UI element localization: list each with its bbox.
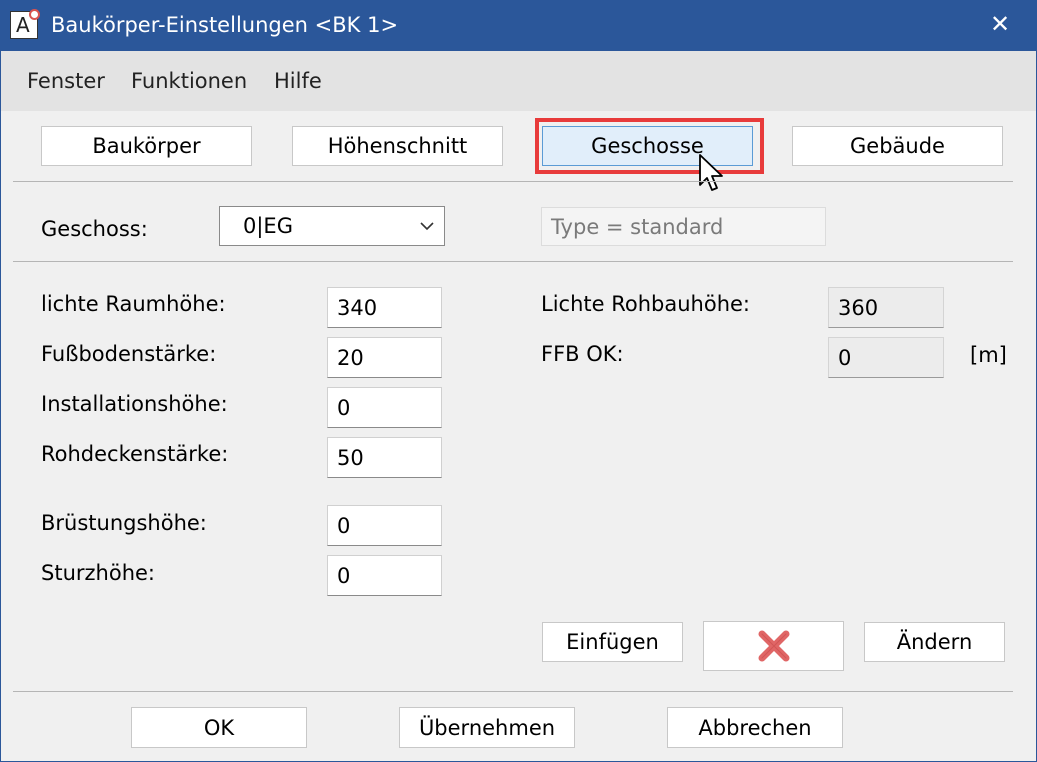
menu-funktionen[interactable]: Funktionen (131, 69, 247, 93)
ffb-ok-label: FFB OK: (541, 342, 624, 366)
ffb-ok-value: 0 (828, 337, 944, 378)
chevron-down-icon (420, 222, 434, 231)
menu-bar: Fenster Funktionen Hilfe (1, 51, 1036, 111)
highlight-box (535, 118, 764, 174)
app-icon-letter: A (16, 13, 30, 37)
rohdeckenstaerke-input[interactable]: 50 (327, 437, 442, 478)
menu-fenster[interactable]: Fenster (27, 69, 105, 93)
geschoss-select[interactable]: 0|EG (219, 206, 445, 246)
installationshoehe-label: Installationshöhe: (41, 392, 228, 416)
close-button[interactable]: ✕ (964, 1, 1036, 49)
installationshoehe-input[interactable]: 0 (327, 387, 442, 428)
bruestungshoehe-label: Brüstungshöhe: (41, 511, 207, 535)
menu-hilfe[interactable]: Hilfe (274, 69, 322, 93)
ok-button[interactable]: OK (131, 707, 307, 748)
rohdeckenstaerke-label: Rohdeckenstärke: (41, 442, 229, 466)
cancel-button[interactable]: Abbrechen (667, 707, 843, 748)
title-bar: A Baukörper-Einstellungen <BK 1> ✕ (1, 1, 1036, 51)
divider-bottom (13, 691, 1013, 692)
red-x-icon (758, 630, 789, 662)
divider-middle (13, 261, 1013, 262)
change-button[interactable]: Ändern (864, 622, 1005, 662)
bruestungshoehe-input[interactable]: 0 (327, 505, 442, 546)
tab-baukoerper[interactable]: Baukörper (41, 126, 252, 166)
unit-label: [m] (970, 343, 1007, 367)
geschoss-select-value: 0|EG (243, 214, 293, 238)
rohbauhoehe-value: 360 (828, 287, 944, 328)
raumhoehe-input[interactable]: 340 (327, 287, 442, 328)
mouse-cursor-icon (699, 154, 723, 191)
raumhoehe-label: lichte Raumhöhe: (41, 292, 226, 316)
geschoss-label: Geschoss: (41, 217, 148, 241)
sturzhoehe-label: Sturzhöhe: (41, 561, 155, 585)
rohbauhoehe-label: Lichte Rohbauhöhe: (541, 292, 750, 316)
fussbodenstaerke-label: Fußbodenstärke: (41, 342, 217, 366)
type-field: Type = standard (541, 207, 826, 246)
app-icon: A (10, 9, 40, 39)
apply-button[interactable]: Übernehmen (399, 707, 575, 748)
window-title: Baukörper-Einstellungen <BK 1> (51, 13, 399, 37)
sturzhoehe-input[interactable]: 0 (327, 555, 442, 596)
dialog-window: A Baukörper-Einstellungen <BK 1> ✕ Fenst… (0, 0, 1037, 762)
divider-top (13, 181, 1013, 182)
fussbodenstaerke-input[interactable]: 20 (327, 337, 442, 378)
tab-gebaeude[interactable]: Gebäude (792, 126, 1003, 166)
app-icon-badge (29, 9, 40, 20)
insert-button[interactable]: Einfügen (542, 622, 683, 662)
delete-button[interactable] (703, 621, 844, 671)
tab-hoehenschnitt[interactable]: Höhenschnitt (292, 126, 503, 166)
